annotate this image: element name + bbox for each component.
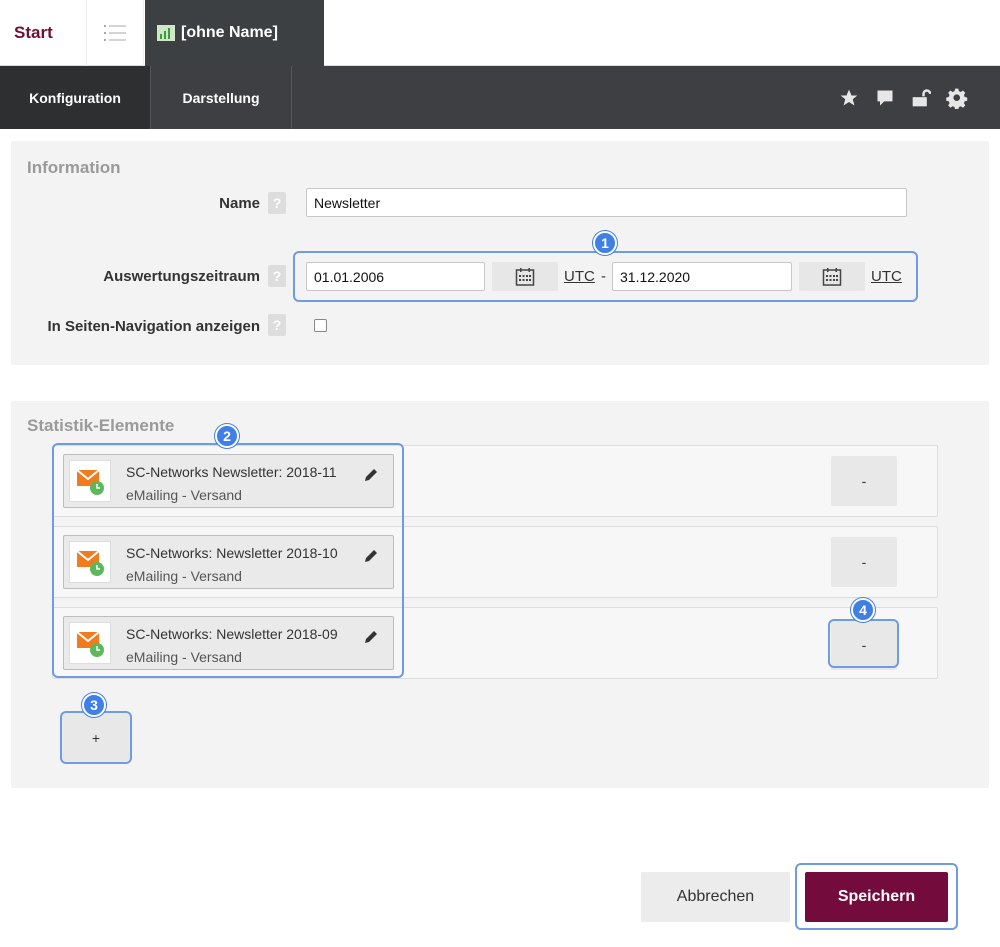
highlight-remove — [828, 619, 899, 668]
highlight-elements — [52, 443, 404, 678]
chart-icon — [157, 25, 175, 41]
comment-icon[interactable] — [874, 87, 896, 109]
tab-start[interactable]: Start — [0, 0, 86, 66]
badge-2: 2 — [215, 424, 239, 448]
tab-konfiguration[interactable]: Konfiguration — [0, 66, 150, 129]
nav-checkbox[interactable] — [314, 319, 327, 332]
badge-1: 1 — [593, 231, 617, 255]
period-label: Auswertungszeitraum — [103, 268, 260, 285]
statistik-title: Statistik-Elemente — [27, 416, 175, 435]
tab-list-view[interactable] — [86, 0, 144, 66]
top-tab-bar: Start [ohne Name] — [0, 0, 1000, 66]
main-nav: Konfiguration Darstellung — [0, 66, 1000, 129]
badge-3: 3 — [82, 693, 106, 717]
period-help-icon[interactable]: ? — [268, 265, 286, 287]
highlight-save — [795, 863, 958, 930]
highlight-period — [293, 251, 918, 302]
cancel-button[interactable]: Abbrechen — [641, 872, 790, 922]
list-icon — [104, 25, 126, 41]
remove-button[interactable]: - — [831, 537, 897, 587]
name-input[interactable]: Newsletter — [306, 188, 907, 217]
badge-4: 4 — [851, 598, 875, 622]
gear-icon[interactable] — [946, 87, 968, 109]
nav-action-icons — [838, 66, 968, 129]
remove-button[interactable]: - — [831, 456, 897, 506]
unlock-icon[interactable] — [910, 87, 932, 109]
nav-toggle-label: In Seiten-Navigation anzeigen — [47, 318, 260, 335]
information-title: Information — [27, 158, 121, 177]
tab-document[interactable]: [ohne Name] — [145, 0, 324, 66]
star-icon[interactable] — [838, 87, 860, 109]
highlight-add — [60, 711, 132, 764]
name-help-icon[interactable]: ? — [268, 192, 286, 214]
tab-document-label: [ohne Name] — [181, 24, 278, 41]
name-label: Name — [219, 195, 260, 212]
nav-help-icon[interactable]: ? — [268, 314, 286, 336]
tab-darstellung[interactable]: Darstellung — [150, 66, 292, 129]
